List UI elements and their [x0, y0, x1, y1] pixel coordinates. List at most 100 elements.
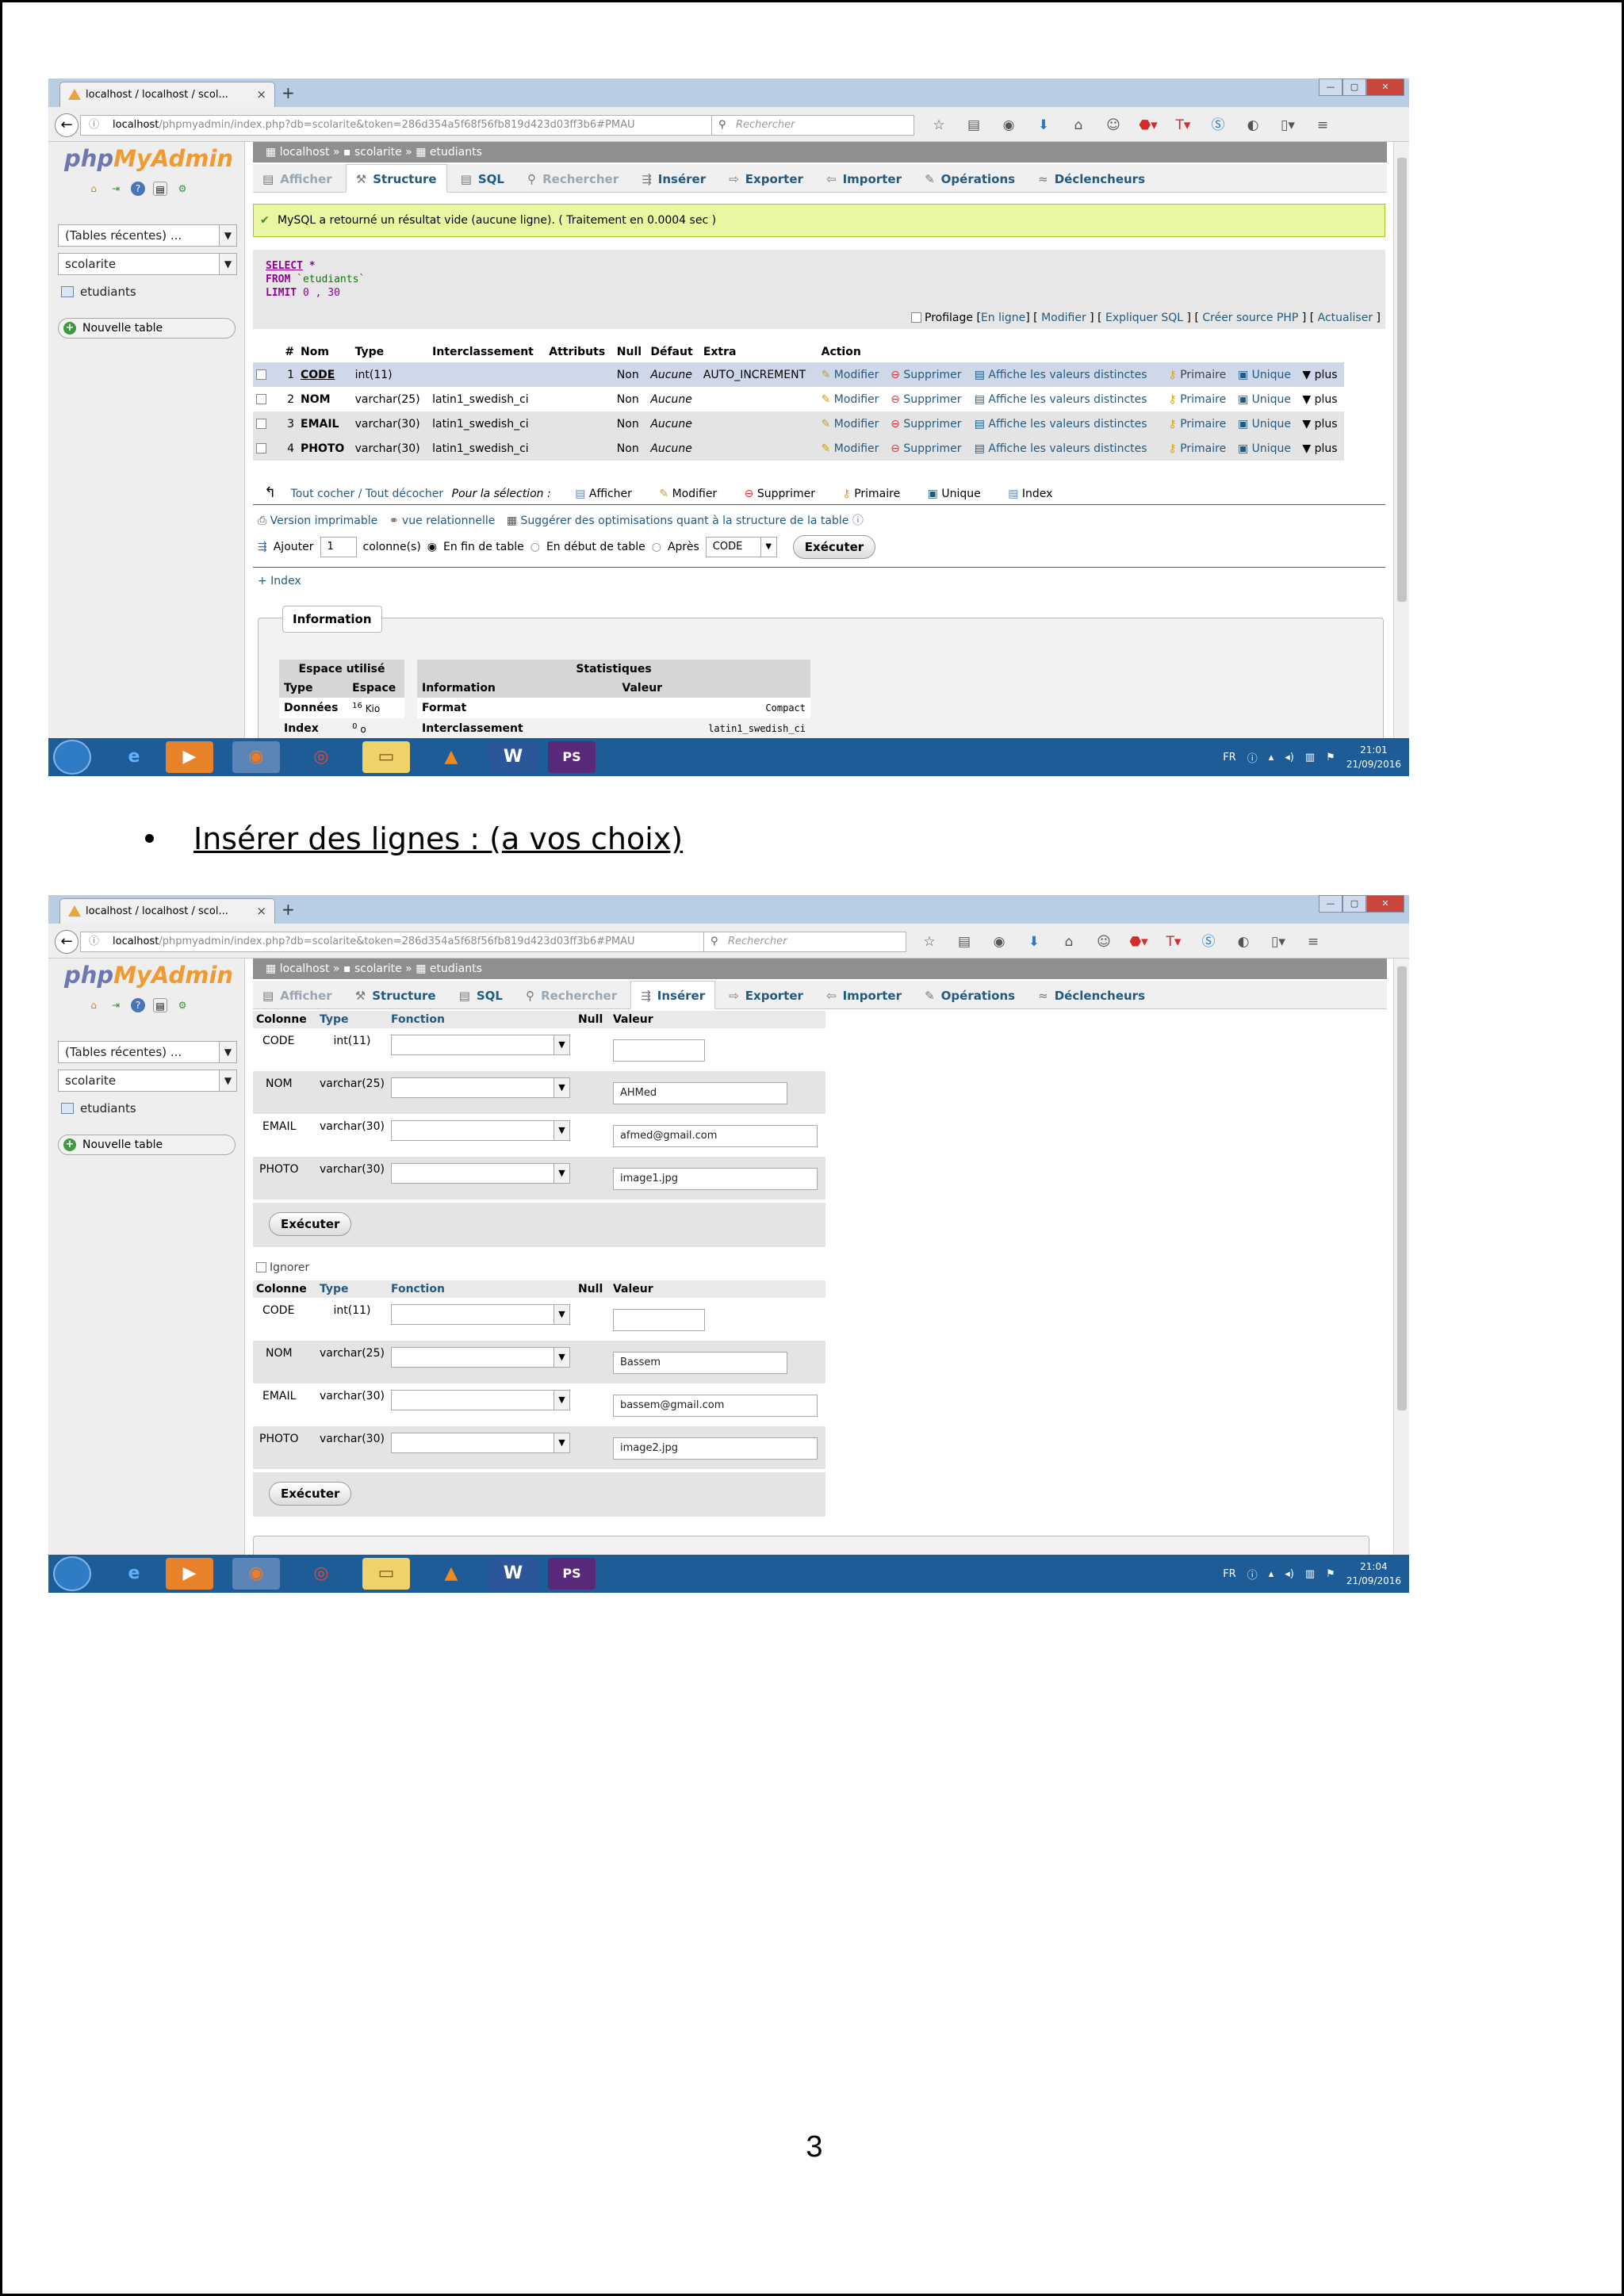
breadcrumb-table[interactable]: etudiants — [430, 146, 482, 159]
settings-icon[interactable]: ⚙ — [175, 998, 190, 1012]
maximize-button[interactable]: ▢ — [1342, 895, 1366, 913]
breadcrumb-database[interactable]: scolarite — [354, 146, 402, 159]
clock[interactable]: 21:01 21/09/2016 — [1346, 743, 1401, 771]
media-player-icon[interactable]: ▶ — [166, 741, 213, 773]
adblock-icon[interactable]: ⬣▾ — [1125, 932, 1152, 952]
reading-list-icon[interactable]: ▤ — [951, 932, 978, 952]
back-arrow-icon[interactable]: ← — [55, 930, 79, 954]
explorer-icon[interactable]: ▭ — [362, 741, 410, 773]
link-create-php[interactable]: Créer source PHP — [1202, 312, 1298, 324]
index-toggle-link[interactable]: + Index — [258, 575, 301, 587]
bulk-afficher[interactable]: ▤ Afficher — [575, 488, 632, 500]
tab-exporter[interactable]: ⇨ Exporter — [719, 165, 813, 193]
tab-afficher[interactable]: ▤ Afficher — [253, 982, 342, 1010]
execute-button[interactable]: Exécuter — [792, 535, 876, 559]
sidebar-item-etudiants[interactable]: etudiants — [61, 285, 136, 299]
tab-structure[interactable]: ⚒ Structure — [346, 982, 446, 1010]
row-checkbox[interactable] — [256, 418, 266, 429]
vertical-scrollbar[interactable] — [1393, 959, 1409, 1555]
help-icon[interactable]: ⓘ — [1247, 1567, 1258, 1582]
database-select[interactable]: scolarite ▼ — [58, 1070, 237, 1092]
primary-link[interactable]: ⚷ Primaire — [1165, 387, 1235, 411]
row-checkbox[interactable] — [256, 393, 266, 404]
start-button[interactable] — [53, 1556, 91, 1591]
function-select[interactable]: ▼ — [390, 1433, 570, 1453]
more-link[interactable]: ▼ plus — [1299, 387, 1344, 411]
bulk-index[interactable]: ▤ Index — [1008, 488, 1052, 500]
select-all-link[interactable]: Tout cocher / Tout décocher — [291, 488, 444, 500]
ie-icon[interactable]: e — [110, 741, 158, 773]
distinct-link[interactable]: ▤ Affiche les valeurs distinctes — [971, 362, 1166, 387]
breadcrumb-server[interactable]: localhost — [280, 962, 330, 975]
word-icon[interactable]: W — [489, 1558, 537, 1590]
delete-link[interactable]: ⊖ Supprimer — [887, 411, 971, 436]
radio-start-icon[interactable]: ○ — [530, 534, 540, 561]
add-count-input[interactable]: 1 — [320, 537, 357, 557]
tab-sql[interactable]: ▤ SQL — [451, 165, 514, 193]
execute-button[interactable]: Exécuter — [269, 1482, 352, 1506]
modify-link[interactable]: ✎ Modifier — [818, 411, 888, 436]
language-indicator[interactable]: FR — [1223, 752, 1236, 763]
download-icon[interactable]: ⬇ — [1021, 932, 1048, 952]
media-player-icon[interactable]: ▶ — [166, 1558, 213, 1590]
sidebar-item-etudiants[interactable]: etudiants — [61, 1101, 136, 1115]
home-icon[interactable]: ⌂ — [86, 182, 101, 196]
browser-tab[interactable]: localhost / localhost / scol... × — [59, 82, 275, 107]
new-table-button[interactable]: + Nouvelle table — [58, 1135, 236, 1155]
link-explain-sql[interactable]: Expliquer SQL — [1105, 312, 1183, 324]
print-version-link[interactable]: Version imprimable — [270, 515, 378, 527]
firefox-icon[interactable]: ◉ — [232, 1558, 280, 1590]
close-window-button[interactable]: ✕ — [1366, 78, 1404, 96]
help-icon[interactable]: ? — [131, 998, 145, 1012]
new-tab-icon[interactable]: + — [282, 900, 295, 919]
function-select[interactable]: ▼ — [390, 1120, 570, 1141]
breadcrumb-server[interactable]: localhost — [280, 146, 330, 159]
bulk-supprimer[interactable]: ⊖ Supprimer — [745, 488, 815, 500]
close-window-button[interactable]: ✕ — [1366, 895, 1404, 913]
ignore-checkbox[interactable] — [256, 1262, 266, 1272]
table-row[interactable]: 1 CODE int(11) Non Aucune AUTO_INCREMENT… — [253, 362, 1344, 387]
function-select[interactable]: ▼ — [390, 1347, 570, 1368]
more-link[interactable]: ▼ plus — [1299, 362, 1344, 387]
url-bar[interactable]: ⓘ localhost/phpmyadmin/index.php?db=scol… — [80, 932, 722, 952]
distinct-link[interactable]: ▤ Affiche les valeurs distinctes — [971, 387, 1166, 411]
function-select[interactable]: ▼ — [390, 1035, 570, 1055]
chrome-icon[interactable]: ◎ — [297, 741, 345, 773]
download-icon[interactable]: ⬇ — [1030, 115, 1057, 136]
pocket-icon[interactable]: ◉ — [995, 115, 1022, 136]
url-bar[interactable]: ⓘ localhost/phpmyadmin/index.php?db=scol… — [80, 115, 738, 136]
unique-link[interactable]: ▣ Unique — [1234, 436, 1300, 461]
primary-link[interactable]: ⚷ Primaire — [1165, 411, 1235, 436]
vertical-scrollbar[interactable] — [1393, 142, 1409, 738]
value-input[interactable]: AHMed — [612, 1082, 787, 1104]
help-icon[interactable]: ? — [131, 182, 145, 196]
link-modifier[interactable]: Modifier — [1041, 312, 1086, 324]
recent-tables-select[interactable]: (Tables récentes) ... ▼ — [58, 224, 237, 247]
phpstorm-icon[interactable]: PS — [548, 741, 596, 773]
tab-importer[interactable]: ⇦ Importer — [817, 165, 911, 193]
modify-link[interactable]: ✎ Modifier — [818, 362, 888, 387]
tab-declencheurs[interactable]: ≈ Déclencheurs — [1028, 982, 1155, 1010]
execute-button[interactable]: Exécuter — [269, 1212, 352, 1236]
bulk-unique[interactable]: ▣ Unique — [928, 488, 981, 500]
bulk-modifier[interactable]: ✎ Modifier — [659, 488, 717, 500]
word-icon[interactable]: W — [489, 741, 537, 773]
tab-close-icon[interactable]: × — [256, 82, 266, 107]
search-input[interactable]: ⚲ Rechercher — [711, 115, 914, 136]
phpmyadmin-logo[interactable]: phpMyAdmin — [64, 145, 233, 172]
home-icon[interactable]: ⌂ — [86, 998, 101, 1012]
unique-link[interactable]: ▣ Unique — [1234, 362, 1300, 387]
function-select[interactable]: ▼ — [390, 1163, 570, 1184]
modify-link[interactable]: ✎ Modifier — [818, 436, 888, 461]
maximize-button[interactable]: ▢ — [1342, 78, 1366, 96]
tab-inserer[interactable]: ⇶ Insérer — [630, 981, 716, 1009]
primary-link[interactable]: ⚷ Primaire — [1165, 436, 1235, 461]
suggest-link[interactable]: Suggérer des optimisations quant à la st… — [521, 515, 849, 527]
table-row[interactable]: 4 PHOTO varchar(30) latin1_swedish_ci No… — [253, 436, 1344, 461]
extension-icon[interactable]: ◐ — [1239, 115, 1266, 136]
relational-view-link[interactable]: vue relationnelle — [402, 515, 495, 527]
clipboard-icon[interactable]: ▯▾ — [1274, 115, 1301, 136]
vlc-icon[interactable]: ▲ — [427, 741, 475, 773]
value-input[interactable] — [612, 1039, 705, 1062]
function-select[interactable]: ▼ — [390, 1077, 570, 1098]
